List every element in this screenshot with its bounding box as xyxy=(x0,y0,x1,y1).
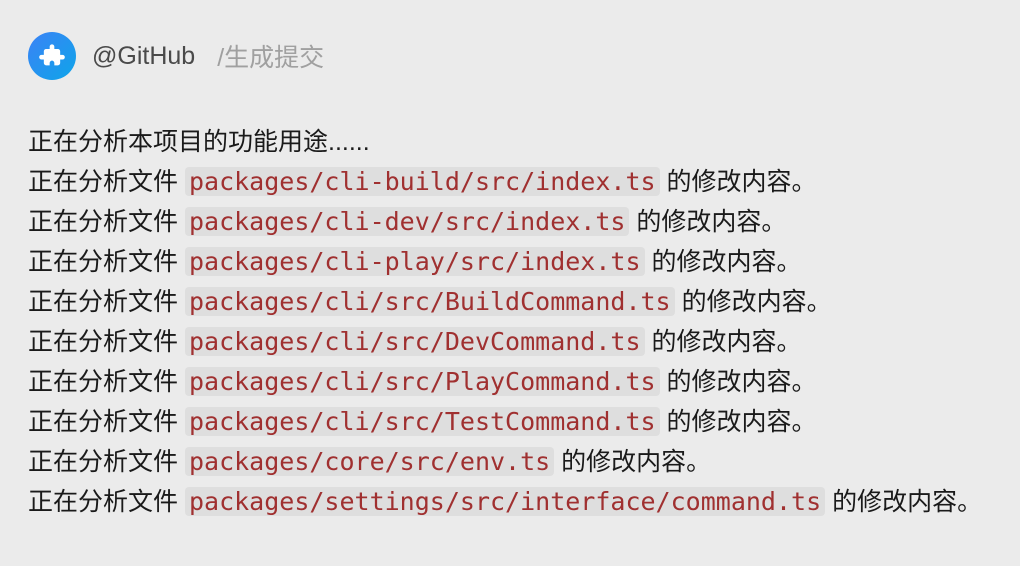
message-header: @GitHub /生成提交 xyxy=(28,32,992,80)
log-intro: 正在分析本项目的功能用途...... xyxy=(28,122,992,162)
log-suffix: 的修改内容。 xyxy=(832,488,982,516)
file-path: packages/settings/src/interface/command.… xyxy=(185,487,825,516)
file-path: packages/cli/src/PlayCommand.ts xyxy=(185,367,660,396)
log-prefix: 正在分析文件 xyxy=(28,288,178,316)
file-path: packages/cli/src/DevCommand.ts xyxy=(185,327,645,356)
log-output: 正在分析本项目的功能用途...... 正在分析文件 packages/cli-b… xyxy=(28,122,992,522)
log-prefix: 正在分析文件 xyxy=(28,208,178,236)
log-line: 正在分析文件 packages/cli-play/src/index.ts 的修… xyxy=(28,242,992,282)
file-path: packages/cli-play/src/index.ts xyxy=(185,247,645,276)
log-line: 正在分析文件 packages/settings/src/interface/c… xyxy=(28,482,992,522)
file-path: packages/cli-build/src/index.ts xyxy=(185,167,660,196)
log-line: 正在分析文件 packages/cli/src/BuildCommand.ts … xyxy=(28,282,992,322)
file-path: packages/cli/src/BuildCommand.ts xyxy=(185,287,675,316)
file-path: packages/cli/src/TestCommand.ts xyxy=(185,407,660,436)
log-prefix: 正在分析文件 xyxy=(28,408,178,436)
log-suffix: 的修改内容。 xyxy=(667,408,817,436)
log-prefix: 正在分析文件 xyxy=(28,448,178,476)
log-line: 正在分析文件 packages/cli-dev/src/index.ts 的修改… xyxy=(28,202,992,242)
log-line: 正在分析文件 packages/cli/src/DevCommand.ts 的修… xyxy=(28,322,992,362)
plugin-icon xyxy=(38,42,66,70)
slash-command: /生成提交 xyxy=(217,38,324,74)
user-handle[interactable]: @GitHub xyxy=(92,42,195,71)
log-line: 正在分析文件 packages/core/src/env.ts 的修改内容。 xyxy=(28,442,992,482)
log-line: 正在分析文件 packages/cli/src/TestCommand.ts 的… xyxy=(28,402,992,442)
log-suffix: 的修改内容。 xyxy=(667,368,817,396)
file-path: packages/core/src/env.ts xyxy=(185,447,554,476)
log-line: 正在分析文件 packages/cli-build/src/index.ts 的… xyxy=(28,162,992,202)
log-prefix: 正在分析文件 xyxy=(28,488,178,516)
log-prefix: 正在分析文件 xyxy=(28,328,178,356)
log-suffix: 的修改内容。 xyxy=(651,248,801,276)
log-suffix: 的修改内容。 xyxy=(651,328,801,356)
log-suffix: 的修改内容。 xyxy=(682,288,832,316)
log-lines: 正在分析文件 packages/cli-build/src/index.ts 的… xyxy=(28,162,992,522)
log-prefix: 正在分析文件 xyxy=(28,368,178,396)
log-suffix: 的修改内容。 xyxy=(667,168,817,196)
log-suffix: 的修改内容。 xyxy=(636,208,786,236)
log-prefix: 正在分析文件 xyxy=(28,248,178,276)
avatar xyxy=(28,32,76,80)
log-line: 正在分析文件 packages/cli/src/PlayCommand.ts 的… xyxy=(28,362,992,402)
log-suffix: 的修改内容。 xyxy=(561,448,711,476)
log-prefix: 正在分析文件 xyxy=(28,168,178,196)
file-path: packages/cli-dev/src/index.ts xyxy=(185,207,630,236)
